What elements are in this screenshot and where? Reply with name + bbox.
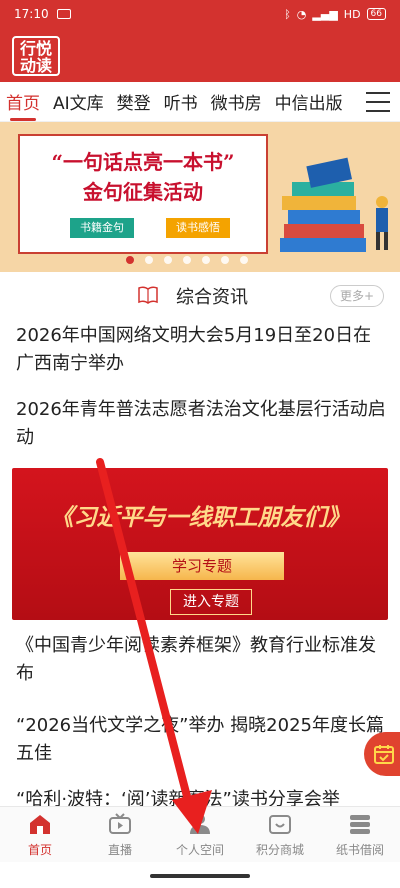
person-icon — [190, 814, 210, 834]
calendar-icon — [374, 745, 394, 764]
study-topic-banner[interactable]: 《习近平与一线职工朋友们》 学习专题 进入专题 — [12, 468, 388, 620]
banner-carousel[interactable]: “一句话点亮一本书” 金句征集活动 书籍金句 读书感悟 — [0, 122, 400, 272]
network-type: HD — [343, 7, 361, 21]
banner-tag-book-quotes: 书籍金句 — [70, 218, 134, 238]
tv-icon — [109, 813, 131, 834]
battery-level: 66 — [370, 9, 382, 19]
enter-topic-button[interactable]: 进入专题 — [170, 589, 252, 615]
banner-title-line2: 金句征集活动 — [83, 180, 203, 204]
banner-tag-reading-thoughts: 读书感悟 — [166, 218, 230, 238]
banner-title-line1: “一句话点亮一本书” — [51, 150, 235, 174]
banner-card: “一句话点亮一本书” 金句征集活动 书籍金句 读书感悟 — [18, 134, 268, 254]
carousel-dot[interactable] — [164, 256, 172, 264]
book-icon — [138, 286, 158, 304]
alarm-icon: ◔ — [296, 7, 307, 21]
home-icon — [30, 815, 50, 834]
app-logo: 行悦 动读 — [12, 36, 60, 76]
tab-book-borrowing[interactable]: 纸书借阅 — [320, 807, 400, 862]
carousel-dot[interactable] — [183, 256, 191, 264]
status-bar: 17:10 ᛒ ◔ ▂▄▆ HD 66 — [0, 0, 400, 28]
news-item[interactable]: 2026年青年普法志愿者法治文化基层行活动启动 — [16, 396, 386, 452]
tab-home[interactable]: 首页 — [0, 807, 80, 862]
nav-item-ai-library[interactable]: AI文库 — [53, 89, 104, 114]
news-item[interactable]: 2026年中国网络文明大会5月19日至20日在广西南宁举办 — [16, 322, 386, 378]
app-header: 行悦 动读 — [0, 28, 400, 82]
menu-icon[interactable] — [366, 92, 390, 112]
nav-item-micro-study[interactable]: 微书房 — [211, 89, 262, 114]
section-title: 综合资讯 — [176, 287, 248, 308]
tab-points-mall[interactable]: 积分商城 — [240, 807, 320, 862]
floating-calendar-button[interactable] — [364, 732, 400, 776]
news-item[interactable]: “2026当代文学之夜”举办 揭晓2025年度长篇五佳 — [16, 712, 386, 768]
books-stack-icon — [350, 815, 370, 834]
tab-label: 直播 — [107, 843, 132, 857]
nav-item-home[interactable]: 首页 — [6, 89, 40, 121]
carousel-dot[interactable] — [202, 256, 210, 264]
signal-icon: ▂▄▆ — [312, 7, 338, 21]
tab-label: 首页 — [27, 843, 52, 857]
promo-subtitle: 学习专题 — [120, 552, 284, 580]
shop-icon — [269, 815, 291, 834]
tab-live[interactable]: 直播 — [80, 807, 160, 862]
home-indicator — [150, 874, 250, 878]
nav-item-fandeng[interactable]: 樊登 — [117, 89, 151, 114]
books-illustration — [280, 157, 388, 252]
more-button[interactable]: 更多+ — [330, 285, 384, 307]
nav-item-audiobook[interactable]: 听书 — [164, 89, 198, 114]
logo-line1: 行悦 — [19, 39, 52, 58]
nav-item-citic-press[interactable]: 中信出版 — [275, 89, 343, 114]
promo-title: 《习近平与一线职工朋友们》 — [50, 504, 350, 531]
carousel-dot[interactable] — [126, 256, 134, 264]
carousel-dots — [126, 256, 248, 264]
bottom-tab-bar: 首页 直播 个人空间 积分商城 纸书借阅 — [0, 806, 400, 862]
news-section-header: 综合资讯 更多+ — [0, 278, 400, 314]
tab-label: 纸书借阅 — [335, 843, 384, 857]
tab-label: 个人空间 — [175, 843, 224, 857]
logo-line2: 动读 — [19, 56, 52, 75]
tab-personal-space[interactable]: 个人空间 — [160, 807, 240, 862]
news-item[interactable]: 《中国青少年阅读素养框架》教育行业标准发布 — [16, 632, 386, 688]
carousel-dot[interactable] — [145, 256, 153, 264]
tab-label: 积分商城 — [255, 843, 304, 857]
status-time: 17:10 — [14, 7, 49, 21]
top-nav: 首页 AI文库 樊登 听书 微书房 中信出版 — [0, 82, 400, 122]
bluetooth-icon: ᛒ — [284, 7, 291, 21]
notification-icon — [56, 9, 71, 19]
news-item[interactable]: “哈利·波特：‘阅’读新魔法”读书分享会举 — [16, 788, 386, 808]
battery-icon: 66 — [366, 8, 386, 20]
carousel-dot[interactable] — [221, 256, 229, 264]
carousel-dot[interactable] — [240, 256, 248, 264]
